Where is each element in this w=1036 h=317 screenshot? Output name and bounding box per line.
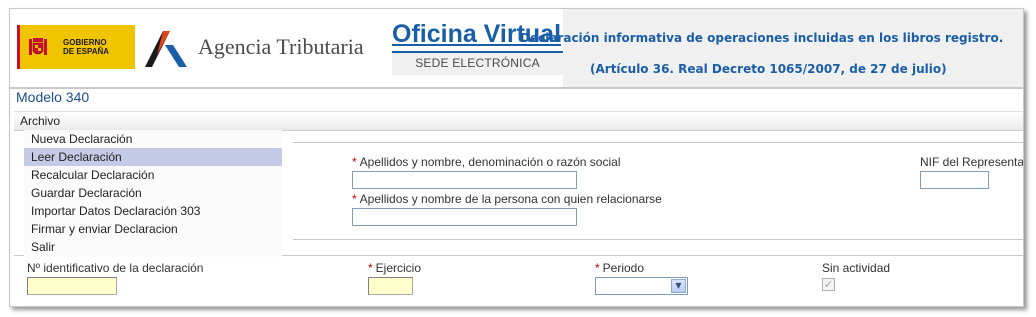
declaration-heading: Declaración informativa de operaciones i… <box>520 31 1004 45</box>
apellidos-input[interactable] <box>352 171 577 189</box>
menu-item-salir[interactable]: Salir <box>24 238 282 256</box>
menu-item-firmar-enviar[interactable]: Firmar y enviar Declaracion <box>24 220 282 238</box>
ejercicio-input[interactable] <box>368 277 413 295</box>
sin-actividad-label: Sin actividad <box>822 261 891 275</box>
agencia-tributaria-logo-icon <box>145 31 187 67</box>
ejercicio-label: * Ejercicio <box>368 261 422 275</box>
menu-item-importar-303[interactable]: Importar Datos Declaración 303 <box>24 202 282 220</box>
menu-item-nueva-declaracion[interactable]: Nueva Declaración <box>24 130 282 148</box>
required-marker: * <box>352 155 357 169</box>
required-marker: * <box>595 261 600 275</box>
section-divider <box>293 142 1023 143</box>
relacion-label: * Apellidos y nombre de la persona con qu… <box>352 192 662 206</box>
menu-item-recalcular-declaracion[interactable]: Recalcular Declaración <box>24 166 282 184</box>
required-marker: * <box>352 192 357 206</box>
page-header: GOBIERNO DE ESPAÑA Agencia Tributaria Of… <box>10 9 1023 87</box>
num-identificativo-label: Nº identificativo de la declaración <box>27 261 204 275</box>
window-frame: GOBIERNO DE ESPAÑA Agencia Tributaria Of… <box>9 8 1024 307</box>
gov-logo-text: GOBIERNO DE ESPAÑA <box>63 38 110 56</box>
required-marker: * <box>368 261 373 275</box>
section-divider <box>293 239 1023 240</box>
model-title: Modelo 340 <box>16 89 90 105</box>
nif-representante-label: NIF del Representa <box>920 155 1024 169</box>
coat-of-arms-icon <box>29 38 47 55</box>
num-identificativo-input[interactable] <box>27 277 117 295</box>
relacion-input[interactable] <box>352 208 577 226</box>
sede-electronica-box: SEDE ELECTRÓNICA <box>392 51 563 75</box>
menu-bar: Archivo <box>14 111 1023 131</box>
header-divider <box>10 87 1023 89</box>
menu-archivo[interactable]: Archivo <box>20 114 60 128</box>
chevron-down-icon[interactable]: ▼ <box>671 279 686 293</box>
declaration-subheading: (Artículo 36. Real Decreto 1065/2007, de… <box>590 62 947 76</box>
agency-name: Agencia Tributaria <box>198 34 364 59</box>
periodo-select[interactable]: ▼ <box>595 277 688 295</box>
menu-item-guardar-declaracion[interactable]: Guardar Declaración <box>24 184 282 202</box>
apellidos-label: * Apellidos y nombre, denominación o razó… <box>352 155 621 169</box>
nif-representante-input[interactable] <box>920 171 989 189</box>
check-icon: ✓ <box>823 278 834 291</box>
sede-subtitle: SEDE ELECTRÓNICA <box>415 56 540 70</box>
sin-actividad-checkbox[interactable]: ✓ <box>822 278 835 291</box>
archivo-dropdown-menu: Nueva Declaración Leer Declaración Recal… <box>24 130 282 257</box>
gobierno-logo: GOBIERNO DE ESPAÑA <box>17 25 135 69</box>
periodo-label: * Periodo <box>595 261 645 275</box>
menu-item-leer-declaracion[interactable]: Leer Declaración <box>24 148 282 166</box>
